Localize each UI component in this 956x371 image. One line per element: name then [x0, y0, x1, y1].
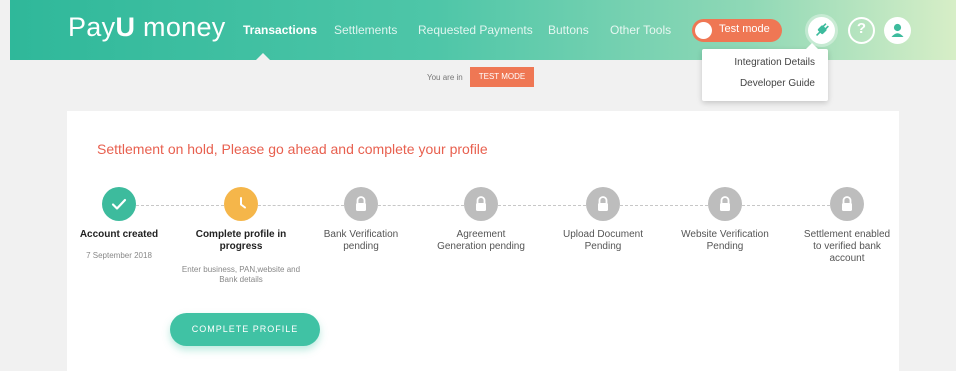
- step-website-verification-status: [708, 187, 742, 221]
- nav-settlements[interactable]: Settlements: [334, 23, 397, 37]
- integration-dropdown: Integration Details Developer Guide: [702, 43, 828, 101]
- lock-icon: [598, 196, 608, 211]
- settlement-notice: Settlement on hold, Please go ahead and …: [97, 141, 488, 157]
- help-button[interactable]: ?: [848, 17, 875, 44]
- clock-icon: [240, 197, 246, 209]
- lock-icon: [356, 196, 366, 211]
- step-agreement-generation-label: Agreement Generation pending: [437, 229, 525, 252]
- user-icon: [891, 23, 904, 37]
- user-profile-button[interactable]: [884, 17, 911, 44]
- complete-profile-button[interactable]: COMPLETE PROFILE: [170, 313, 320, 346]
- active-nav-indicator: [256, 53, 270, 60]
- step-connector: [258, 205, 344, 206]
- step-connector: [498, 205, 586, 206]
- step-complete-profile-status: [224, 187, 258, 221]
- lock-icon: [720, 196, 730, 211]
- test-mode-badge: TEST MODE: [470, 67, 534, 87]
- integration-button[interactable]: [808, 17, 835, 44]
- help-icon: ?: [856, 20, 867, 37]
- mode-banner-text: You are in: [427, 73, 463, 82]
- step-settlement-enabled-label: Settlement enabled to verified bank acco…: [803, 229, 891, 264]
- step-upload-document-status: [586, 187, 620, 221]
- step-connector: [136, 205, 224, 206]
- step-settlement-enabled-status: [830, 187, 864, 221]
- step-bank-verification-status: [344, 187, 378, 221]
- step-connector: [620, 205, 708, 206]
- menu-item-developer-guide[interactable]: Developer Guide: [740, 78, 815, 89]
- step-agreement-generation-status: [464, 187, 498, 221]
- lock-icon: [842, 196, 852, 211]
- nav-other-tools[interactable]: Other Tools: [610, 23, 671, 37]
- step-connector: [378, 205, 464, 206]
- step-connector: [742, 205, 830, 206]
- nav-requested-payments[interactable]: Requested Payments: [418, 23, 533, 37]
- step-bank-verification-label: Bank Verification pending: [323, 229, 399, 252]
- step-website-verification-label: Website Verification Pending: [681, 229, 769, 252]
- step-upload-document-label: Upload Document Pending: [562, 229, 644, 252]
- test-mode-toggle[interactable]: Test mode: [692, 19, 782, 42]
- nav-transactions[interactable]: Transactions: [243, 23, 317, 37]
- nav-buttons[interactable]: Buttons: [548, 23, 589, 37]
- step-account-created-status: [102, 187, 136, 221]
- check-icon: [111, 198, 127, 210]
- dropdown-arrow: [806, 43, 818, 49]
- plug-icon: [815, 23, 829, 37]
- menu-item-integration-details[interactable]: Integration Details: [734, 57, 815, 68]
- step-complete-profile-label: Complete profile in progress: [195, 229, 287, 252]
- step-account-created-date: 7 September 2018: [86, 251, 152, 260]
- step-account-created-label: Account created: [79, 229, 159, 240]
- lock-icon: [476, 196, 486, 211]
- payu-money-logo[interactable]: PayU money: [68, 12, 226, 43]
- toggle-knob: [695, 22, 712, 39]
- test-mode-label: Test mode: [719, 23, 770, 35]
- step-complete-profile-hint: Enter business, PAN,website and Bank det…: [181, 265, 301, 284]
